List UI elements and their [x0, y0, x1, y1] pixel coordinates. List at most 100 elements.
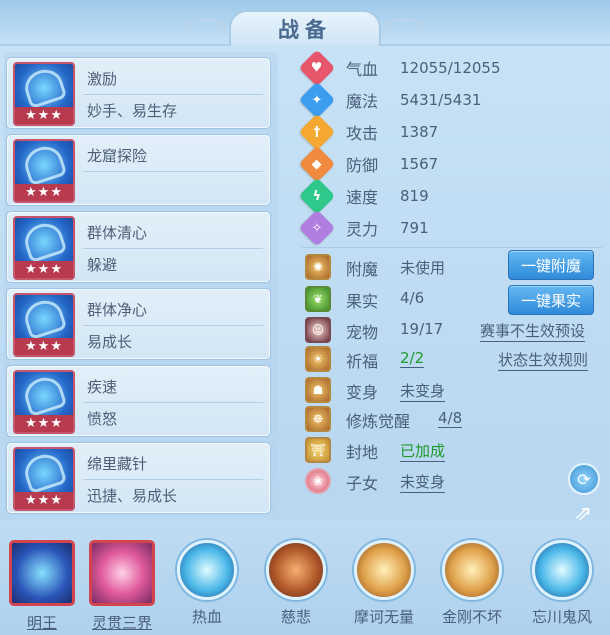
skill-desc: 妙手、易生存 [87, 102, 178, 120]
mana-icon: ✦ [298, 81, 336, 119]
transform-icon: ☗ [305, 377, 331, 403]
heart-icon: ♥ [298, 49, 336, 87]
divider [83, 171, 263, 172]
skill-card[interactable]: ★★★ 龙窟探险 [6, 134, 271, 206]
star-rating: ★★★ [15, 107, 73, 124]
skill-name: 疾速 [87, 378, 118, 396]
stat-label: 气血 [346, 60, 379, 79]
transform-label: 变身 [346, 383, 379, 402]
skill-desc: 愤怒 [87, 410, 118, 428]
child-icon: ❀ [305, 468, 331, 494]
skill-name: 群体清心 [87, 224, 148, 242]
pink-burst-icon [89, 540, 155, 606]
golden-buddha-icon [442, 540, 502, 600]
divider [83, 325, 263, 326]
stat-defense: ◆ 防御 1567 [298, 145, 438, 183]
fish-icon: ★★★ [13, 293, 75, 357]
skill-name: 绵里藏针 [87, 455, 148, 473]
preset-not-effective-link[interactable]: 赛事不生效预设 [480, 320, 586, 342]
stat-label: 魔法 [346, 92, 379, 111]
warrior-icon [354, 540, 414, 600]
awaken-value[interactable]: 4/8 [438, 409, 463, 428]
divider [302, 247, 602, 248]
dragon-crystal-icon: ★★★ [13, 139, 75, 203]
divider [83, 479, 263, 480]
bottom-skill-label: 明王 [26, 614, 57, 632]
pet-value: 19/17 [400, 320, 444, 338]
bottom-skill-label: 忘川鬼风 [531, 608, 592, 626]
stat-value: 819 [400, 187, 429, 205]
star-rating: ★★★ [15, 338, 73, 355]
bottom-skill-label: 摩诃无量 [353, 608, 414, 626]
bottom-skill-label: 金刚不坏 [441, 608, 502, 626]
enchant-label: 附魔 [346, 260, 379, 279]
bottom-skill[interactable]: 明王 [6, 540, 78, 633]
spirit-icon: ✧ [298, 209, 336, 247]
stat-label: 速度 [346, 188, 379, 207]
row-awaken: ☸ 修炼觉醒 4/8 [305, 405, 605, 433]
child-label: 子女 [346, 474, 379, 493]
title-plate: 战备 [229, 10, 381, 46]
skill-card[interactable]: ★★★ 绵里藏针 迅捷、易成长 [6, 442, 271, 514]
bless-value[interactable]: 2/2 [400, 349, 425, 368]
skill-card[interactable]: ★★★ 疾速 愤怒 [6, 365, 271, 437]
monk-icon [177, 540, 237, 600]
bless-label: 祈福 [346, 352, 379, 371]
bottom-skill[interactable]: 金刚不坏 [436, 540, 508, 627]
star-rating: ★★★ [15, 261, 73, 278]
stat-value: 12055/12055 [400, 59, 501, 77]
stat-spirit: ✧ 灵力 791 [298, 209, 429, 247]
skill-card[interactable]: ★★★ 群体净心 易成长 [6, 288, 271, 360]
divider [83, 402, 263, 403]
skill-card[interactable]: ★★★ 群体清心 躲避 [6, 211, 271, 283]
divider [83, 94, 263, 95]
bottom-skill-label: 热血 [191, 608, 222, 626]
row-land: ⛩ 封地 已加成 [305, 436, 605, 464]
decor-swirl-right [384, 18, 424, 36]
decor-swirl-left [186, 18, 226, 36]
bottom-skill-label: 灵贯三界 [91, 614, 152, 632]
stat-label: 攻击 [346, 124, 379, 143]
enchant-value: 未使用 [400, 259, 446, 277]
stat-value: 5431/5431 [400, 91, 482, 109]
bottom-skill[interactable]: 摩诃无量 [348, 540, 420, 627]
row-bless: ☀ 祈福 2/2 状态生效规则 [305, 345, 605, 373]
stat-hp: ♥ 气血 12055/12055 [298, 49, 501, 87]
land-value[interactable]: 已加成 [400, 440, 446, 462]
bless-icon: ☀ [305, 346, 331, 372]
stat-label: 防御 [346, 156, 379, 175]
auto-fruit-button[interactable]: 一键果实 [508, 285, 594, 315]
stat-value: 1387 [400, 123, 439, 141]
refresh-icon[interactable]: ⟳ [568, 463, 600, 495]
skill-name: 龙窟探险 [87, 147, 148, 165]
land-label: 封地 [346, 443, 379, 462]
skill-card[interactable]: ★★★ 激励 妙手、易生存 [6, 57, 271, 129]
fruit-icon: ❦ [305, 286, 331, 312]
child-value[interactable]: 未变身 [400, 471, 446, 493]
stat-mp: ✦ 魔法 5431/5431 [298, 81, 481, 119]
bottom-skill[interactable]: 忘川鬼风 [526, 540, 598, 627]
bow-icon: ★★★ [13, 62, 75, 126]
bottom-skill-label: 慈悲 [280, 608, 311, 626]
skill-desc: 迅捷、易成长 [87, 487, 178, 505]
skill-desc: 躲避 [87, 256, 118, 274]
stat-label: 灵力 [346, 220, 379, 239]
bottom-skill[interactable]: 慈悲 [260, 540, 332, 627]
page-title: 战备 [278, 18, 332, 42]
skill-name: 群体净心 [87, 301, 148, 319]
enchant-icon: ✺ [305, 254, 331, 280]
shield-icon: ◆ [298, 145, 336, 183]
bottom-skill[interactable]: 热血 [171, 540, 243, 627]
scroll-icon [266, 540, 326, 600]
bottom-skill[interactable]: 灵贯三界 [86, 540, 158, 633]
awaken-label: 修炼觉醒 [346, 412, 411, 431]
warrior-icon: ★★★ [13, 216, 75, 280]
row-child: ❀ 子女 未变身 [305, 467, 605, 495]
wing-icon: ★★★ [13, 370, 75, 434]
status-rules-link[interactable]: 状态生效规则 [498, 349, 589, 371]
auto-enchant-button[interactable]: 一键附魔 [508, 250, 594, 280]
star-rating: ★★★ [15, 184, 73, 201]
transform-value[interactable]: 未变身 [400, 380, 446, 402]
orb-icon [9, 540, 75, 606]
wind-icon [532, 540, 592, 600]
